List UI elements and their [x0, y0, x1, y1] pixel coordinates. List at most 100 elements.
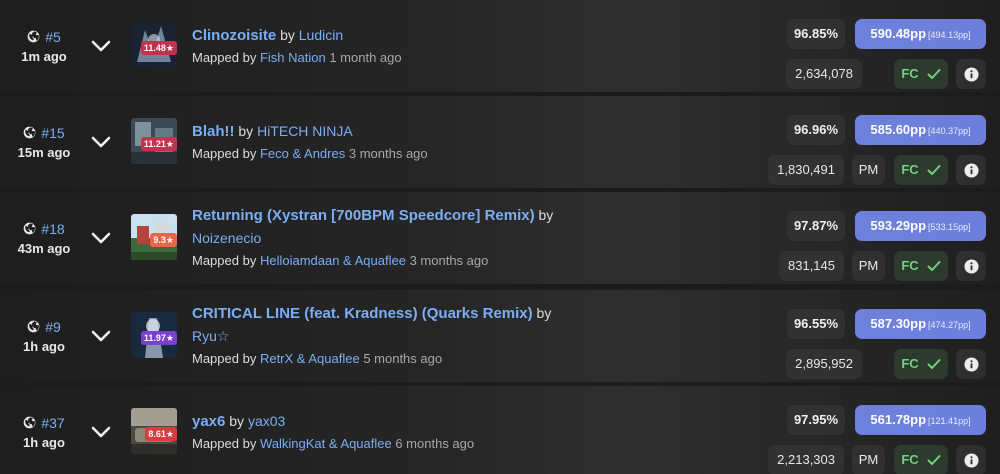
mapper-line: Mapped by WalkingKat & Aquaflee 6 months…	[192, 433, 752, 455]
map-info: Blah!! by HiTECH NINJA Mapped by Feco & …	[192, 96, 752, 188]
pp-value: 585.60pp	[870, 122, 927, 137]
check-icon	[927, 455, 941, 465]
score-row[interactable]: #18 43m ago 9.3★ Returning (Xystran [700…	[0, 192, 1000, 284]
fc-badge: FC	[894, 445, 948, 474]
score-value: 2,213,303	[768, 445, 844, 474]
artist-name[interactable]: Ryu☆	[192, 328, 229, 344]
chevron-down-icon[interactable]	[90, 132, 112, 152]
mapper-line: Mapped by Feco & Andres 3 months ago	[192, 143, 752, 165]
star-rating-badge: 8.61★	[145, 427, 177, 441]
time-ago: 15m ago	[17, 144, 71, 160]
globe-icon	[27, 30, 40, 43]
map-age: 3 months ago	[409, 253, 489, 268]
pp-value: 561.78pp	[870, 412, 927, 427]
rank-column: #9 1h ago	[12, 290, 76, 382]
map-cover[interactable]: 9.3★	[131, 214, 177, 260]
score-row[interactable]: #9 1h ago 11.97★ CRITICAL LINE (feat. Kr…	[0, 290, 1000, 382]
score-row[interactable]: #15 15m ago 11.21★ Blah!! by HiTECH NINJ…	[0, 96, 1000, 188]
chevron-down-icon[interactable]	[90, 36, 112, 56]
globe-icon	[23, 416, 36, 429]
map-info: Clinozoisite by Ludicin Mapped by Fish N…	[192, 0, 752, 92]
mapper-name[interactable]: Helloiamdaan & Aquaflee	[260, 253, 406, 268]
global-rank[interactable]: #5	[27, 29, 61, 45]
fc-label: FC	[901, 162, 919, 177]
song-title[interactable]: Clinozoisite	[192, 27, 276, 44]
artist-name[interactable]: HiTECH NINJA	[257, 123, 353, 139]
title-line: CRITICAL LINE (feat. Kradness) (Quarks R…	[192, 302, 752, 348]
fc-label: FC	[901, 66, 919, 81]
pm-badge: PM	[852, 155, 885, 185]
pp-badge: 590.48pp [494.13pp]	[855, 19, 986, 49]
globe-icon	[27, 320, 40, 333]
mapper-line: Mapped by Helloiamdaan & Aquaflee 3 mont…	[192, 250, 752, 272]
accuracy-badge: 96.55%	[787, 309, 845, 339]
global-rank[interactable]: #37	[23, 414, 65, 431]
score-row[interactable]: #5 1m ago 11.48★ Clinozoisite by Ludicin…	[0, 0, 1000, 92]
score-list: #5 1m ago 11.48★ Clinozoisite by Ludicin…	[0, 0, 1000, 474]
star-rating-badge: 11.97★	[140, 331, 177, 345]
fc-badge: FC	[894, 59, 948, 89]
mapper-name[interactable]: Fish Nation	[260, 50, 326, 65]
pp-value: 587.30pp	[870, 316, 927, 331]
raw-pp-value: [474.27pp]	[928, 320, 971, 330]
song-title[interactable]: CRITICAL LINE (feat. Kradness) (Quarks R…	[192, 305, 533, 322]
map-cover[interactable]: 11.21★	[131, 118, 177, 164]
map-age: 3 months ago	[348, 145, 428, 161]
details-button[interactable]	[956, 155, 986, 185]
info-icon	[963, 356, 979, 372]
rank-number: #37	[41, 414, 65, 431]
map-age: 5 months ago	[363, 351, 443, 366]
song-title[interactable]: Returning (Xystran [700BPM Speedcore] Re…	[192, 207, 535, 224]
details-button[interactable]	[956, 59, 986, 89]
rank-column: #15 15m ago	[12, 96, 76, 188]
pm-badge: PM	[852, 251, 885, 281]
map-info: CRITICAL LINE (feat. Kradness) (Quarks R…	[192, 290, 752, 382]
song-title[interactable]: Blah!!	[192, 123, 235, 140]
info-icon	[963, 452, 979, 468]
mapped-by-label: Mapped by	[192, 49, 257, 65]
rank-column: #5 1m ago	[12, 0, 76, 92]
rank-number: #18	[41, 220, 65, 237]
chevron-down-icon[interactable]	[90, 228, 112, 248]
map-cover[interactable]: 11.97★	[131, 312, 177, 358]
pp-value: 593.29pp	[870, 218, 927, 233]
mapped-by-label: Mapped by	[192, 351, 257, 366]
by-label: by	[536, 305, 552, 321]
pp-badge: 593.29pp [533.15pp]	[855, 211, 986, 241]
raw-pp-value: [494.13pp]	[928, 30, 971, 40]
chevron-down-icon[interactable]	[90, 326, 112, 346]
score-value: 831,145	[779, 251, 844, 281]
check-icon	[927, 165, 941, 175]
artist-name[interactable]: Ludicin	[299, 27, 343, 43]
map-cover[interactable]: 11.48★	[131, 22, 177, 68]
by-label: by	[538, 207, 554, 223]
score-row[interactable]: #37 1h ago 8.61★ yax6 by yax03 Mapped by…	[0, 386, 1000, 474]
global-rank[interactable]: #18	[23, 220, 65, 237]
global-rank[interactable]: #9	[27, 319, 61, 335]
details-button[interactable]	[956, 445, 986, 474]
pp-badge: 587.30pp [474.27pp]	[855, 309, 986, 339]
fc-badge: FC	[894, 349, 948, 379]
song-title[interactable]: yax6	[192, 413, 225, 430]
mapper-name[interactable]: RetrX & Aquaflee	[260, 351, 360, 366]
check-icon	[927, 359, 941, 369]
map-age: 6 months ago	[395, 435, 475, 451]
chevron-down-icon[interactable]	[90, 422, 112, 442]
details-button[interactable]	[956, 251, 986, 281]
title-line: Returning (Xystran [700BPM Speedcore] Re…	[192, 204, 752, 250]
map-cover[interactable]: 8.61★	[131, 408, 177, 454]
accuracy-badge: 97.87%	[787, 211, 845, 241]
info-icon	[963, 162, 979, 178]
fc-label: FC	[901, 452, 919, 467]
pp-value: 590.48pp	[870, 26, 927, 41]
mapped-by-label: Mapped by	[192, 253, 257, 268]
global-rank[interactable]: #15	[23, 125, 65, 141]
mapper-name[interactable]: WalkingKat & Aquaflee	[260, 436, 392, 451]
artist-name[interactable]: Noizenecio	[192, 230, 261, 246]
title-line: Blah!! by HiTECH NINJA	[192, 120, 752, 143]
details-button[interactable]	[956, 349, 986, 379]
time-ago: 1h ago	[23, 338, 65, 354]
mapper-name[interactable]: Feco & Andres	[260, 146, 345, 161]
score-value: 2,895,952	[786, 349, 862, 379]
artist-name[interactable]: yax03	[248, 413, 285, 429]
